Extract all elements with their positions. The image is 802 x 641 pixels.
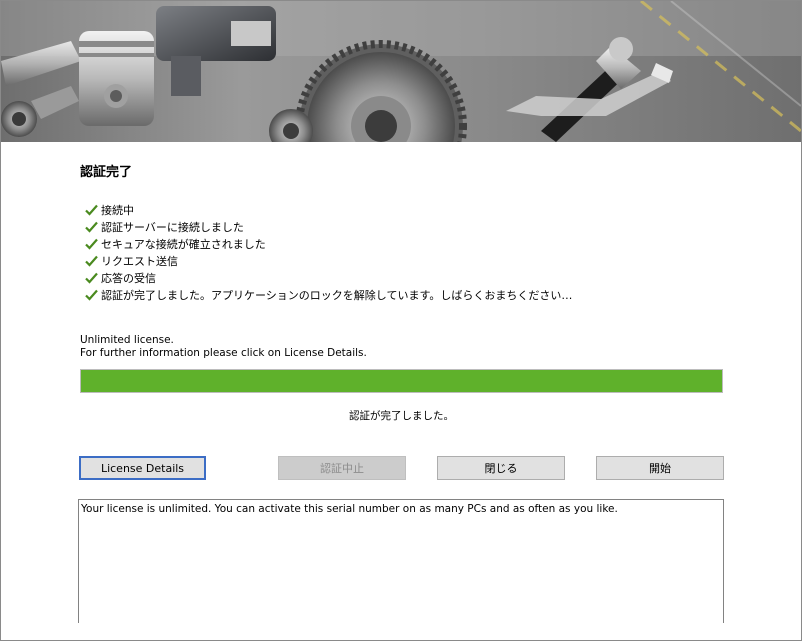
cancel-authentication-button[interactable]: 認証中止 bbox=[278, 456, 406, 480]
step-item: 認証が完了しました。アプリケーションのロックを解除しています。しばらくおまちくだ… bbox=[85, 286, 572, 303]
license-info-line1: Unlimited license. bbox=[80, 334, 174, 346]
progress-bar bbox=[80, 369, 723, 393]
step-item: 接続中 bbox=[85, 201, 572, 218]
step-item: 認証サーバーに接続しました bbox=[85, 218, 572, 235]
start-button[interactable]: 開始 bbox=[596, 456, 724, 480]
progress-steps-list: 接続中 認証サーバーに接続しました セキュアな接続が確立されました リクエスト送… bbox=[85, 201, 572, 303]
page-title: 認証完了 bbox=[80, 165, 133, 180]
step-label: セキュアな接続が確立されました bbox=[101, 237, 266, 251]
step-label: 認証サーバーに接続しました bbox=[101, 220, 244, 234]
close-button[interactable]: 閉じる bbox=[437, 456, 565, 480]
check-icon bbox=[85, 204, 98, 216]
step-item: セキュアな接続が確立されました bbox=[85, 235, 572, 252]
step-label: リクエスト送信 bbox=[101, 254, 178, 268]
activation-window: 認証完了 接続中 認証サーバーに接続しました セキュアな接続が確立されました リ… bbox=[0, 0, 802, 641]
step-label: 接続中 bbox=[101, 203, 134, 217]
step-label: 応答の受信 bbox=[101, 271, 156, 285]
check-icon bbox=[85, 238, 98, 250]
step-label: 認証が完了しました。アプリケーションのロックを解除しています。しばらくおまちくだ… bbox=[101, 288, 573, 302]
check-icon bbox=[85, 221, 98, 233]
engine-parts-banner bbox=[1, 1, 801, 142]
license-info-line2: For further information please click on … bbox=[80, 347, 367, 359]
step-item: リクエスト送信 bbox=[85, 252, 572, 269]
license-info: Unlimited license. For further informati… bbox=[80, 334, 367, 360]
check-icon bbox=[85, 289, 98, 301]
progress-bar-fill bbox=[81, 370, 722, 392]
license-details-textarea[interactable]: Your license is unlimited. You can activ… bbox=[78, 499, 724, 623]
status-text: 認証が完了しました。 bbox=[349, 410, 454, 422]
check-icon bbox=[85, 272, 98, 284]
step-item: 応答の受信 bbox=[85, 269, 572, 286]
license-details-button[interactable]: License Details bbox=[79, 456, 206, 480]
check-icon bbox=[85, 255, 98, 267]
